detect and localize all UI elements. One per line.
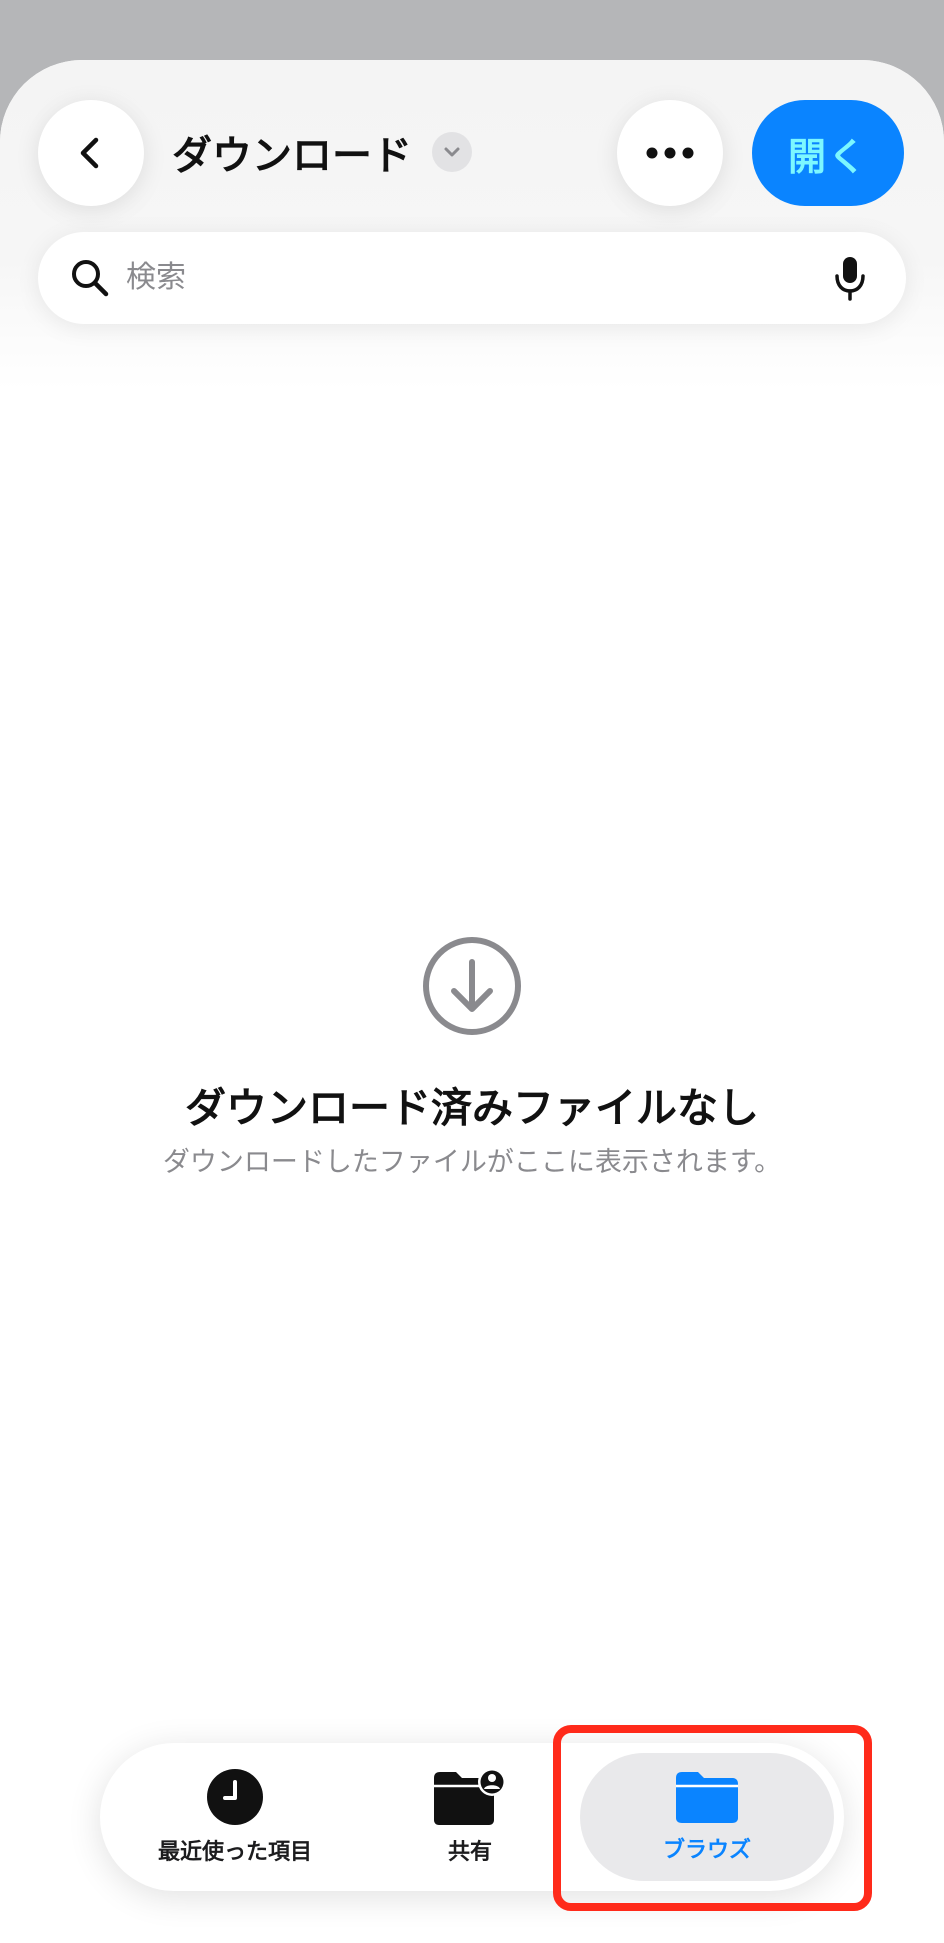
tab-shared[interactable]: 共有 [370,1743,570,1891]
search-input[interactable]: 検索 [126,256,186,300]
page-title: ダウンロード [172,133,412,179]
back-button[interactable] [38,100,144,206]
empty-state-title: ダウンロード済みファイルなし [185,1084,759,1132]
tab-label: 最近使った項目 [157,1840,312,1865]
shared-folder-icon [434,1768,506,1825]
tab-recent[interactable]: 最近使った項目 [100,1743,370,1891]
download-circle-icon [423,937,521,1035]
chevron-down-icon[interactable] [432,132,472,172]
search-icon [72,260,109,297]
tab-label: 共有 [447,1840,492,1865]
title-menu[interactable]: ダウンロード [172,122,472,182]
highlight-annotation [553,1725,872,1911]
ellipsis-icon [646,147,694,159]
files-sheet: ダウンロード 開く 検索 ダウンロード済みファイルなし ダウンロードしたファイル… [0,60,944,1943]
chevron-left-icon [80,137,99,169]
microphone-icon[interactable] [832,254,868,302]
open-button[interactable]: 開く [752,100,904,206]
search-bar[interactable]: 検索 [38,232,906,324]
clock-icon [207,1769,263,1825]
empty-state-subtitle: ダウンロードしたファイルがここに表示されます。 [162,1147,782,1178]
more-button[interactable] [617,100,723,206]
